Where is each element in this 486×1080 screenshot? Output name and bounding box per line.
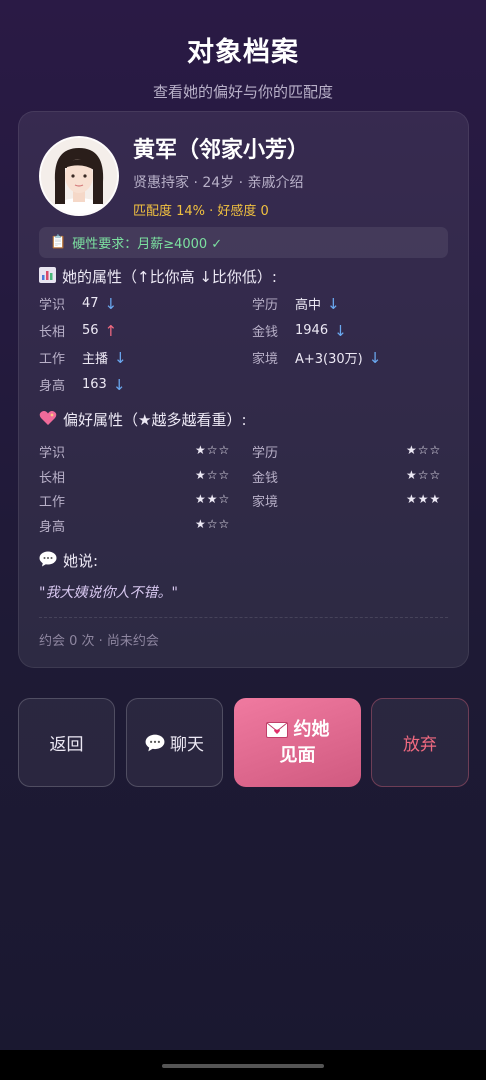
star-rating: ★☆☆	[406, 468, 442, 482]
bar-chart-icon	[39, 266, 56, 287]
star-rating: ★☆☆	[406, 443, 442, 457]
up-arrow-icon: ↑	[104, 321, 118, 340]
clipboard-icon: 📋	[50, 235, 67, 250]
attribute-looks: 长相 56 ↑	[39, 321, 118, 341]
attribute-value: 1946	[295, 323, 329, 338]
attribute-key: 学识	[39, 298, 66, 313]
attribute-education: 学历 高中 ↓	[252, 294, 340, 314]
star-rating: ★☆☆	[195, 468, 231, 482]
meet-line-1: 约她	[265, 717, 330, 743]
preference-key: 学识	[39, 446, 66, 461]
down-arrow-icon: ↓	[112, 375, 126, 394]
give-up-button-label: 放弃	[403, 735, 437, 755]
preference-key: 学历	[252, 446, 279, 461]
page-subtitle: 查看她的偏好与你的匹配度	[152, 83, 333, 101]
down-arrow-icon: ↓	[368, 348, 382, 367]
preference-key: 工作	[39, 495, 66, 510]
star-rating: ★☆☆	[195, 517, 231, 531]
preference-key: 家境	[252, 495, 279, 510]
attribute-height: 身高 163 ↓	[39, 375, 126, 395]
meet-button-label-1: 约她	[293, 718, 330, 740]
she-says-title: 她说:	[63, 552, 99, 570]
profile-name: 黄军（邻家小芳）	[133, 138, 310, 163]
attribute-value: A+3(30万)	[295, 352, 363, 367]
attribute-value: 56	[82, 323, 99, 338]
quote-text: "我大姨说你人不错。"	[39, 585, 178, 601]
date-count-status: 约会 0 次 · 尚未约会	[39, 634, 159, 649]
attribute-key: 学历	[252, 298, 279, 313]
attribute-key: 工作	[39, 352, 66, 367]
down-arrow-icon: ↓	[327, 294, 340, 313]
page-title: 对象档案	[187, 37, 299, 68]
portrait-image	[41, 137, 117, 214]
profile-card: 黄军（邻家小芳） 贤惠持家 · 24岁 · 亲戚介绍 匹配度 14% · 好感度…	[18, 111, 469, 668]
avatar	[39, 135, 119, 216]
star-rating: ★★★	[406, 492, 442, 506]
home-gesture-handle[interactable]	[162, 1064, 324, 1068]
preference-key: 身高	[39, 520, 66, 535]
attribute-value: 47	[82, 296, 99, 311]
down-arrow-icon: ↓	[114, 348, 127, 367]
preference-key: 长相	[39, 471, 66, 486]
back-button[interactable]: 返回	[18, 698, 115, 787]
down-arrow-icon: ↓	[104, 294, 118, 313]
hard-requirement-banner: 📋 硬性要求：月薪≥4000 ✓	[39, 227, 448, 258]
divider	[39, 617, 448, 618]
speech-bubble-icon	[39, 551, 57, 571]
attribute-knowledge: 学识 47 ↓	[39, 294, 118, 314]
profile-summary: 黄军（邻家小芳） 贤惠持家 · 24岁 · 亲戚介绍 匹配度 14% · 好感度…	[39, 132, 309, 219]
meet-button-label-2: 见面	[279, 744, 316, 766]
page-header: 对象档案 查看她的偏好与你的匹配度	[0, 0, 486, 102]
chat-button-label: 聊天	[170, 735, 204, 755]
preference-key: 金钱	[252, 471, 279, 486]
attribute-family: 家境 A+3(30万) ↓	[252, 348, 382, 368]
attribute-money: 金钱 1946 ↓	[252, 321, 347, 341]
attribute-key: 长相	[39, 325, 66, 340]
give-up-button[interactable]: 放弃	[371, 698, 469, 787]
star-rating: ★☆☆	[195, 443, 231, 457]
she-says-heading: 她说:	[39, 550, 98, 571]
attribute-job: 工作 主播 ↓	[39, 348, 127, 368]
profile-info: 黄军（邻家小芳） 贤惠持家 · 24岁 · 亲戚介绍 匹配度 14% · 好感度…	[133, 132, 309, 219]
attribute-key: 家境	[252, 352, 279, 367]
preferences-heading: 偏好属性（★越多越看重）:	[39, 409, 247, 430]
attribute-key: 金钱	[252, 325, 279, 340]
star-rating: ★★☆	[195, 492, 231, 506]
attribute-value: 主播	[82, 352, 109, 367]
chat-button[interactable]: 聊天	[126, 698, 223, 787]
meet-her-button[interactable]: 约她 见面	[234, 698, 361, 787]
down-arrow-icon: ↓	[334, 321, 347, 340]
hard-requirement-text: 硬性要求：月薪≥4000 ✓	[72, 237, 223, 252]
back-button-label: 返回	[49, 735, 84, 755]
attribute-key: 身高	[39, 379, 66, 394]
attributes-heading: 她的属性（↑比你高 ↓比你低）:	[39, 266, 277, 287]
match-score: 匹配度 14% · 好感度 0	[133, 204, 269, 219]
attribute-value: 高中	[295, 298, 322, 313]
attribute-value: 163	[82, 377, 107, 392]
profile-meta: 贤惠持家 · 24岁 · 亲戚介绍	[133, 175, 304, 191]
sparkling-heart-icon	[39, 410, 57, 430]
attributes-title: 她的属性（↑比你高 ↓比你低）:	[62, 268, 277, 286]
speech-bubble-icon	[145, 734, 165, 752]
preferences-title: 偏好属性（★越多越看重）:	[63, 411, 247, 429]
love-letter-icon	[265, 721, 288, 738]
